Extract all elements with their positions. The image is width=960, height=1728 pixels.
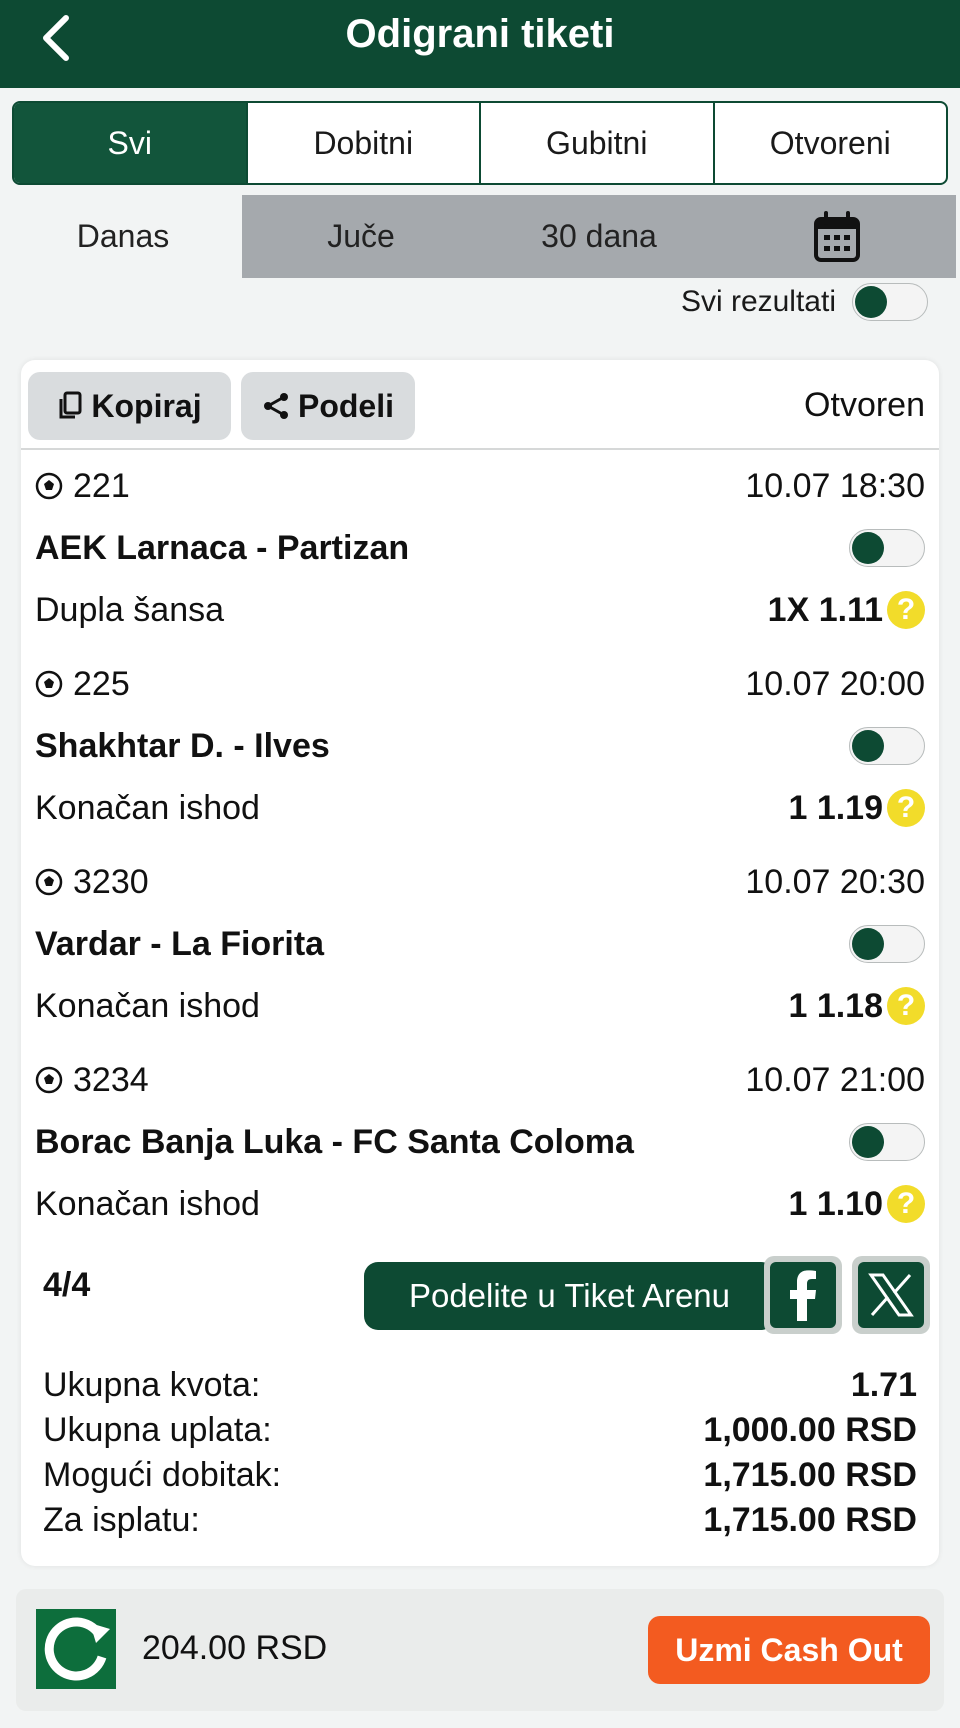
match-toggle[interactable] bbox=[849, 529, 925, 567]
period-30-days[interactable]: 30 dana bbox=[480, 195, 718, 278]
period-group: Juče 30 dana bbox=[242, 195, 956, 278]
ticket-card: Kopiraj Podeli Otvoren 221 10.07 18:30 A… bbox=[21, 360, 939, 1566]
total-label: Ukupna uplata: bbox=[43, 1411, 272, 1449]
x-share-button[interactable] bbox=[852, 1256, 930, 1334]
cashout-amount: 204.00 RSD bbox=[142, 1629, 328, 1667]
help-icon[interactable]: ? bbox=[887, 1185, 925, 1223]
match-code-wrap: 225 bbox=[35, 665, 130, 704]
match-item: 225 10.07 20:00 Shakhtar D. - Ilves Kona… bbox=[35, 664, 925, 828]
match-pick: 1 1.18 bbox=[788, 986, 883, 1025]
copy-icon bbox=[59, 391, 82, 419]
copy-button[interactable]: Kopiraj bbox=[28, 372, 231, 440]
total-value: 1,000.00 RSD bbox=[703, 1411, 917, 1449]
match-code: 3234 bbox=[73, 1060, 149, 1099]
cashout-bar: 204.00 RSD Uzmi Cash Out bbox=[16, 1589, 944, 1711]
match-code-wrap: 3230 bbox=[35, 863, 149, 902]
tab-won[interactable]: Dobitni bbox=[248, 103, 481, 183]
all-results-row: Svi rezultati bbox=[681, 283, 928, 321]
total-label: Mogući dobitak: bbox=[43, 1456, 282, 1494]
match-teams: Vardar - La Fiorita bbox=[35, 924, 325, 963]
facebook-icon bbox=[770, 1262, 836, 1328]
ticket-status: Otvoren bbox=[804, 386, 925, 424]
cashout-logo-icon bbox=[36, 1609, 116, 1689]
match-datetime: 10.07 20:00 bbox=[745, 664, 925, 703]
match-market: Konačan ishod bbox=[35, 986, 260, 1025]
match-toggle[interactable] bbox=[849, 1123, 925, 1161]
total-row: Ukupna uplata: 1,000.00 RSD bbox=[43, 1408, 917, 1453]
toggle-knob bbox=[852, 928, 884, 960]
help-icon[interactable]: ? bbox=[887, 789, 925, 827]
x-icon bbox=[858, 1262, 924, 1328]
ticket-totals: Ukupna kvota: 1.71 Ukupna uplata: 1,000.… bbox=[43, 1363, 917, 1543]
match-code-wrap: 221 bbox=[35, 467, 130, 506]
share-tiket-arena-button[interactable]: Podelite u Tiket Arenu bbox=[364, 1262, 775, 1330]
share-label: Podeli bbox=[297, 387, 394, 424]
total-row: Za isplatu: 1,715.00 RSD bbox=[43, 1498, 917, 1543]
total-label: Ukupna kvota: bbox=[43, 1366, 261, 1404]
help-icon[interactable]: ? bbox=[887, 987, 925, 1025]
match-toggle[interactable] bbox=[849, 727, 925, 765]
match-code: 3230 bbox=[73, 862, 149, 901]
tab-all[interactable]: Svi bbox=[14, 103, 248, 183]
all-results-toggle[interactable] bbox=[852, 283, 928, 321]
period-selector: Danas Juče 30 dana bbox=[4, 195, 956, 278]
status-tabs: Svi Dobitni Gubitni Otvoreni bbox=[12, 101, 948, 185]
soccer-ball-icon bbox=[35, 670, 63, 698]
toggle-knob bbox=[852, 532, 884, 564]
match-pick: 1 1.19 bbox=[788, 788, 883, 827]
match-code: 225 bbox=[73, 664, 130, 703]
match-toggle[interactable] bbox=[849, 925, 925, 963]
cashout-button[interactable]: Uzmi Cash Out bbox=[648, 1616, 930, 1684]
total-value: 1,715.00 RSD bbox=[703, 1501, 917, 1539]
match-item: 3234 10.07 21:00 Borac Banja Luka - FC S… bbox=[35, 1060, 925, 1224]
tab-lost[interactable]: Gubitni bbox=[481, 103, 715, 183]
tab-open[interactable]: Otvoreni bbox=[715, 103, 947, 183]
page-title: Odigrani tiketi bbox=[345, 12, 615, 56]
match-item: 221 10.07 18:30 AEK Larnaca - Partizan D… bbox=[35, 466, 925, 630]
total-value: 1,715.00 RSD bbox=[703, 1456, 917, 1494]
period-today[interactable]: Danas bbox=[4, 195, 242, 278]
match-pick: 1X 1.11 bbox=[767, 590, 883, 629]
toggle-knob bbox=[852, 1126, 884, 1158]
share-icon bbox=[263, 393, 288, 419]
match-code: 221 bbox=[73, 466, 130, 505]
match-datetime: 10.07 21:00 bbox=[745, 1060, 925, 1099]
match-datetime: 10.07 18:30 bbox=[745, 466, 925, 505]
match-market: Dupla šansa bbox=[35, 590, 225, 629]
soccer-ball-icon bbox=[35, 868, 63, 896]
share-button[interactable]: Podeli bbox=[241, 372, 415, 440]
period-yesterday[interactable]: Juče bbox=[242, 195, 480, 278]
match-teams: AEK Larnaca - Partizan bbox=[35, 528, 410, 567]
match-pick: 1 1.10 bbox=[788, 1184, 883, 1223]
calendar-icon[interactable] bbox=[718, 195, 956, 278]
total-row: Mogući dobitak: 1,715.00 RSD bbox=[43, 1453, 917, 1498]
match-code-wrap: 3234 bbox=[35, 1061, 149, 1100]
soccer-ball-icon bbox=[35, 472, 63, 500]
match-market: Konačan ishod bbox=[35, 788, 260, 827]
ticket-actions: Kopiraj Podeli Otvoren bbox=[21, 360, 939, 450]
total-value: 1.71 bbox=[850, 1366, 917, 1404]
match-teams: Shakhtar D. - Ilves bbox=[35, 726, 330, 765]
toggle-knob bbox=[855, 286, 887, 318]
app-header: Odigrani tiketi bbox=[0, 0, 960, 88]
match-teams: Borac Banja Luka - FC Santa Coloma bbox=[35, 1122, 634, 1161]
all-results-label: Svi rezultati bbox=[680, 285, 836, 318]
total-label: Za isplatu: bbox=[43, 1501, 200, 1539]
total-row: Ukupna kvota: 1.71 bbox=[43, 1363, 917, 1408]
match-item: 3230 10.07 20:30 Vardar - La Fiorita Kon… bbox=[35, 862, 925, 1026]
match-count: 4/4 bbox=[43, 1266, 91, 1304]
match-market: Konačan ishod bbox=[35, 1184, 260, 1223]
facebook-button[interactable] bbox=[764, 1256, 842, 1334]
copy-label: Kopiraj bbox=[91, 387, 202, 424]
help-icon[interactable]: ? bbox=[887, 591, 925, 629]
soccer-ball-icon bbox=[35, 1066, 63, 1094]
toggle-knob bbox=[852, 730, 884, 762]
match-datetime: 10.07 20:30 bbox=[745, 862, 925, 901]
